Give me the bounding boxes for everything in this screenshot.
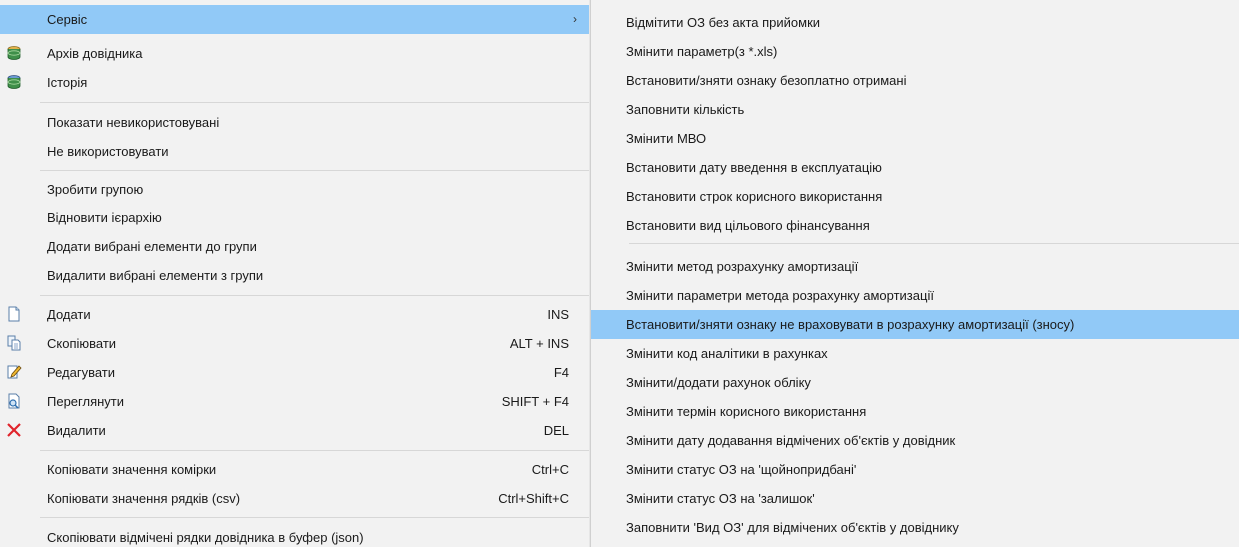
shortcut-label: ALT + INS (509, 336, 569, 351)
submenu-item[interactable]: Змінити МВО (591, 124, 1239, 153)
menu-item-label: Зробити групою (47, 182, 144, 197)
menu-item-label: Додати (47, 307, 91, 322)
submenu-item[interactable]: Відмітити ОЗ без акта прийомки (591, 8, 1239, 37)
shortcut-label: DEL (543, 423, 569, 438)
database-history-icon (7, 75, 21, 89)
submenu-item-label: Змінити термін корисного використання (626, 404, 867, 419)
submenu-item-label: Змінити статус ОЗ на 'щойнопридбані' (626, 462, 857, 477)
submenu-item[interactable]: Встановити строк корисного використання (591, 182, 1239, 211)
menu-item-label: Додати вибрані елементи до групи (47, 239, 257, 254)
shortcut-label: Ctrl+C (531, 462, 569, 477)
menu-item-edit[interactable]: Редагувати F4 (0, 358, 590, 387)
submenu-item[interactable]: Змінити статус ОЗ на 'щойнопридбані' (591, 455, 1239, 484)
menu-item-label: Видалити (47, 423, 106, 438)
chevron-right-icon: › (573, 12, 577, 26)
service-submenu: Відмітити ОЗ без акта прийомки Змінити п… (590, 0, 1239, 547)
menu-item-label: Переглянути (47, 394, 125, 409)
menu-item-label: Не використовувати (47, 144, 169, 159)
menu-separator (40, 517, 590, 518)
menu-item-label: Сервіс (47, 12, 88, 27)
menu-item-view[interactable]: Переглянути SHIFT + F4 (0, 387, 590, 416)
submenu-item[interactable]: Змінити параметри метода розрахунку амор… (591, 281, 1239, 310)
submenu-item-label: Змінити код аналітики в рахунках (626, 346, 828, 361)
submenu-item[interactable]: Змінити дату додавання відмічених об'єкт… (591, 426, 1239, 455)
menu-item-copy-json[interactable]: Скопіювати відмічені рядки довідника в б… (0, 523, 590, 552)
edit-pencil-icon (7, 365, 22, 379)
menu-item-history[interactable]: Історія (0, 68, 590, 97)
preview-document-icon (8, 393, 20, 409)
submenu-item[interactable]: Встановити/зняти ознаку безоплатно отрим… (591, 66, 1239, 95)
menu-item-dont-use[interactable]: Не використовувати (0, 137, 590, 166)
submenu-item[interactable]: Заповнити кількість (591, 95, 1239, 124)
submenu-item-label: Змінити параметри метода розрахунку амор… (626, 288, 934, 303)
menu-separator (40, 295, 590, 296)
submenu-item[interactable]: Змінити статус ОЗ на 'залишок' (591, 484, 1239, 513)
menu-item-label: Архів довідника (47, 46, 143, 61)
submenu-item-label: Змінити метод розрахунку амортизації (626, 259, 859, 274)
menu-separator (40, 450, 590, 451)
submenu-item-label: Заповнити кількість (626, 102, 745, 117)
menu-item-label: Копіювати значення комірки (47, 462, 217, 477)
shortcut-label: F4 (553, 365, 569, 380)
menu-item-copy-cell[interactable]: Копіювати значення комірки Ctrl+C (0, 455, 590, 484)
new-document-icon (8, 306, 20, 322)
submenu-item-label: Змінити/додати рахунок обліку (626, 375, 811, 390)
menu-separator (40, 170, 590, 171)
submenu-item-label: Змінити параметр(з *.xls) (626, 44, 778, 59)
submenu-item-label: Змінити дату додавання відмічених об'єкт… (626, 433, 956, 448)
menu-item-label: Видалити вибрані елементи з групи (47, 268, 264, 283)
menu-item-add[interactable]: Додати INS (0, 300, 590, 329)
menu-item-label: Скопіювати відмічені рядки довідника в б… (47, 530, 364, 545)
database-archive-icon (7, 46, 21, 60)
menu-item-label: Відновити ієрархію (47, 210, 162, 225)
submenu-item-label: Змінити МВО (626, 131, 707, 146)
submenu-item[interactable]: Змінити параметр(з *.xls) (591, 37, 1239, 66)
menu-item-label: Показати невикористовувані (47, 115, 220, 130)
submenu-item[interactable]: Змінити код аналітики в рахунках (591, 339, 1239, 368)
menu-item-label: Скопіювати (47, 336, 117, 351)
menu-item-label: Редагувати (47, 365, 116, 380)
menu-separator (40, 102, 590, 103)
menu-item-copy[interactable]: Скопіювати ALT + INS (0, 329, 590, 358)
submenu-item-label: Встановити строк корисного використання (626, 189, 883, 204)
menu-item-delete[interactable]: Видалити DEL (0, 416, 590, 445)
submenu-item-label: Встановити/зняти ознаку не враховувати в… (626, 317, 1075, 332)
menu-item-archive[interactable]: Архів довідника (0, 39, 590, 68)
submenu-item[interactable]: Встановити вид цільового фінансування (591, 211, 1239, 240)
menu-item-label: Історія (47, 75, 88, 90)
submenu-item[interactable]: Встановити дату введення в експлуатацію (591, 153, 1239, 182)
menu-item-service[interactable]: Сервіс › (0, 5, 590, 34)
menu-item-remove-from-group[interactable]: Видалити вибрані елементи з групи (0, 261, 590, 290)
submenu-item-label: Відмітити ОЗ без акта прийомки (626, 15, 821, 30)
submenu-item-label: Заповнити 'Вид ОЗ' для відмічених об'єкт… (626, 520, 959, 535)
menu-item-make-group[interactable]: Зробити групою (0, 175, 590, 204)
submenu-item-highlighted[interactable]: Встановити/зняти ознаку не враховувати в… (591, 310, 1239, 339)
menu-item-add-to-group[interactable]: Додати вибрані елементи до групи (0, 232, 590, 261)
submenu-item-label: Змінити статус ОЗ на 'залишок' (626, 491, 815, 506)
submenu-item[interactable]: Заповнити 'Вид ОЗ' для відмічених об'єкт… (591, 513, 1239, 542)
submenu-item[interactable]: Змінити метод розрахунку амортизації (591, 252, 1239, 281)
menu-item-copy-rows-csv[interactable]: Копіювати значення рядків (csv) Ctrl+Shi… (0, 484, 590, 513)
menu-item-show-unused[interactable]: Показати невикористовувані (0, 108, 590, 137)
context-menu: Сервіс › Архів довідника Історія Показат… (0, 0, 590, 547)
submenu-item-label: Встановити дату введення в експлуатацію (626, 160, 882, 175)
shortcut-label: SHIFT + F4 (501, 394, 569, 409)
submenu-item[interactable]: Змінити/додати рахунок обліку (591, 368, 1239, 397)
menu-item-restore-hierarchy[interactable]: Відновити ієрархію (0, 203, 590, 232)
copy-icon (7, 335, 21, 351)
menu-item-label: Копіювати значення рядків (csv) (47, 491, 241, 506)
shortcut-label: Ctrl+Shift+C (498, 491, 569, 506)
shortcut-label: INS (547, 307, 569, 322)
menu-separator (629, 243, 1239, 244)
delete-x-icon (7, 423, 21, 437)
submenu-item[interactable]: Змінити термін корисного використання (591, 397, 1239, 426)
submenu-item-label: Встановити/зняти ознаку безоплатно отрим… (626, 73, 907, 88)
submenu-item-label: Встановити вид цільового фінансування (626, 218, 870, 233)
